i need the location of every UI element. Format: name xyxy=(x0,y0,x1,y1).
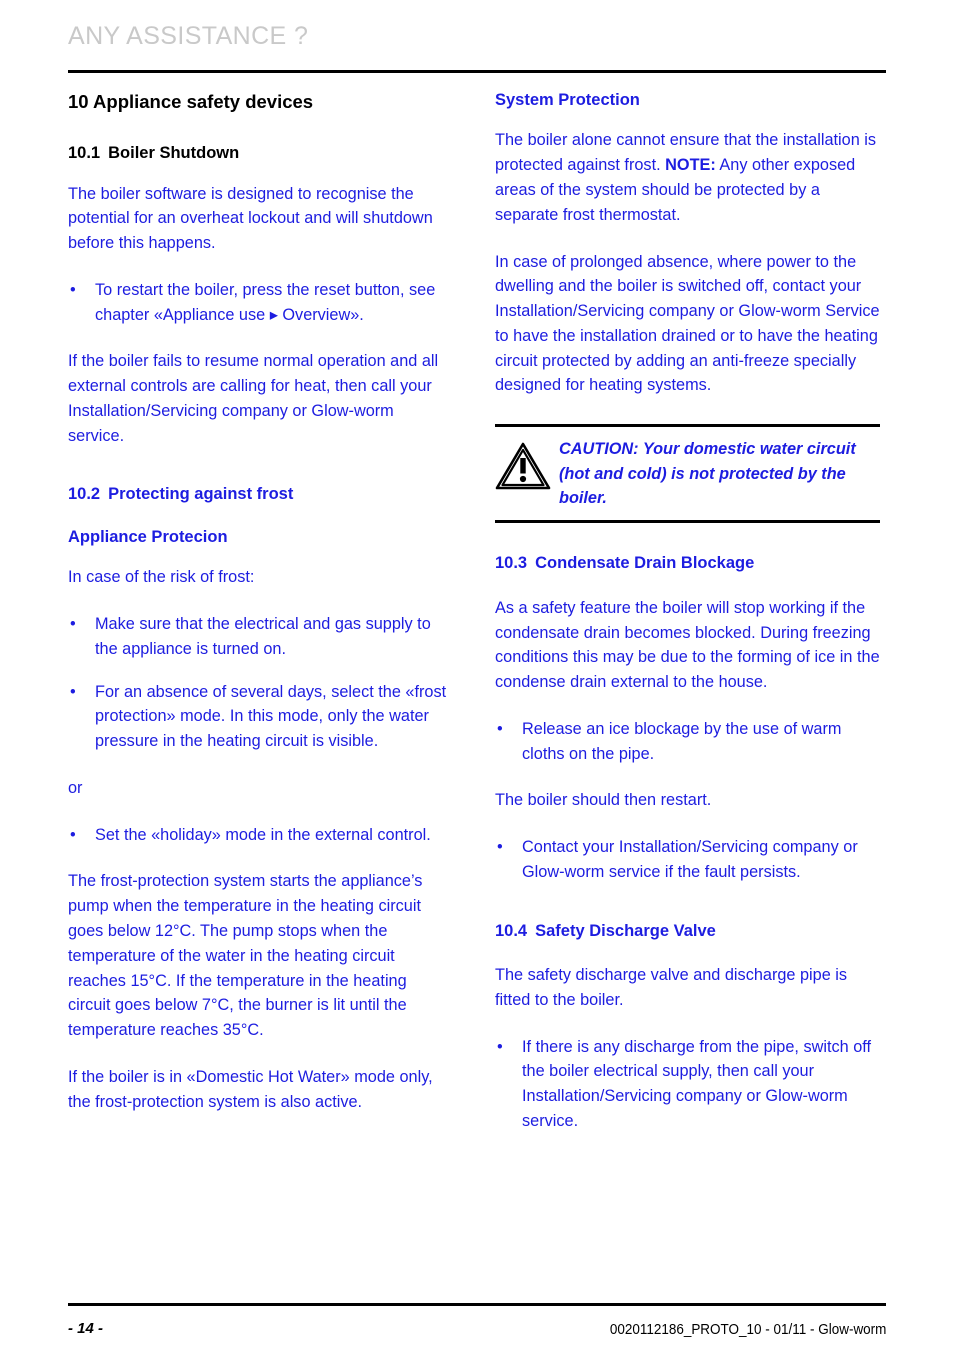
list-item: • Release an ice blockage by the use of … xyxy=(495,717,880,767)
bullet-list-release-ice: • Release an ice blockage by the use of … xyxy=(495,717,880,767)
list-item: • If there is any discharge from the pip… xyxy=(495,1035,880,1134)
subheading-appliance-protection: Appliance Protecion xyxy=(68,527,228,546)
chapter-heading: 10 Appliance safety devices xyxy=(68,91,314,112)
footer-page-number: - 14 - xyxy=(68,1320,104,1337)
warning-triangle-icon xyxy=(495,437,557,496)
bullet-dot-icon: • xyxy=(70,615,76,634)
bullet-dot-icon: • xyxy=(70,682,76,701)
list-item-label: For an absence of several days, select t… xyxy=(95,682,447,751)
paragraph-discharge-valve: The safety discharge valve and discharge… xyxy=(495,966,848,1009)
manual-page: ANY ASSISTANCE ? 10 Appliance safety dev… xyxy=(0,0,954,1354)
paragraph-risk-of-frost: In case of the risk of frost: xyxy=(68,568,255,587)
bullet-list-discharge-action: • If there is any discharge from the pip… xyxy=(495,1035,880,1134)
subheading-system-protection: System Protection xyxy=(495,91,640,109)
bullet-list-holiday-mode: • Set the «holiday» mode in the external… xyxy=(68,823,453,848)
section-number-10-3: 10.3 xyxy=(495,554,528,573)
section-title-10-1: Boiler Shutdown xyxy=(108,144,240,163)
bullet-dot-icon: • xyxy=(497,719,503,738)
section-number-10-1: 10.1 xyxy=(68,144,101,163)
section-heading-10-2: 10.2 Protecting against frost xyxy=(68,484,453,505)
list-item-label: Make sure that the electrical and gas su… xyxy=(95,615,431,658)
note-label: NOTE: xyxy=(665,156,716,175)
left-column: 10 Appliance safety devices 10.1 Boiler S… xyxy=(68,90,453,1136)
running-header-title: ANY ASSISTANCE ? xyxy=(68,22,309,50)
list-item-label: If there is any discharge from the pipe,… xyxy=(522,1037,872,1130)
bullet-dot-icon: • xyxy=(497,838,503,857)
bullet-list-contact-installer: • Contact your Installation/Servicing co… xyxy=(495,835,880,885)
list-item: • For an absence of several days, select… xyxy=(68,680,453,754)
list-item: • Make sure that the electrical and gas … xyxy=(68,612,453,662)
section-heading-10-3: 10.3 Condensate Drain Blockage xyxy=(495,553,880,574)
list-item-label: To restart the boiler, press the reset b… xyxy=(95,280,436,324)
right-column: System Protection The boiler alone canno… xyxy=(495,90,880,1156)
bullet-dot-icon: • xyxy=(70,280,76,299)
list-item-label: Contact your Installation/Servicing comp… xyxy=(522,838,858,881)
paragraph-system-protection-note: The boiler alone cannot ensure that the … xyxy=(495,128,880,227)
paragraph-domestic-hot-water: If the boiler is in «Domestic Hot Water»… xyxy=(68,1067,433,1111)
list-item-label: Set the «holiday» mode in the external c… xyxy=(95,825,431,844)
paragraph-frost-protection-system: The frost-protection system starts the a… xyxy=(68,872,423,1040)
paragraph-boiler-software: The boiler software is designed to recog… xyxy=(68,184,433,253)
list-item: • Set the «holiday» mode in the external… xyxy=(68,823,453,848)
section-heading-10-4: 10.4 Safety Discharge Valve xyxy=(495,921,880,942)
section-title-10-2: Protecting against frost xyxy=(108,485,294,504)
footer-document-reference: 0020112186_PROTO_10 - 01/11 - Glow-worm xyxy=(609,1322,886,1338)
paragraph-boiler-fails: If the boiler fails to resume normal ope… xyxy=(68,352,439,445)
list-item-label: Release an ice blockage by the use of wa… xyxy=(522,719,842,763)
paragraph-or-label: or xyxy=(68,778,83,797)
caution-box: CAUTION: Your domestic water circuit (ho… xyxy=(495,424,880,524)
header-divider-rule xyxy=(68,70,886,73)
bullet-list-restart: • To restart the boiler, press the reset… xyxy=(68,278,453,328)
section-number-10-2: 10.2 xyxy=(68,485,101,504)
section-title-10-4: Safety Discharge Valve xyxy=(535,921,716,940)
section-title-10-3: Condensate Drain Blockage xyxy=(535,554,755,573)
paragraph-prolonged-absence: In case of prolonged absence, where powe… xyxy=(495,252,880,395)
bullet-list-frost-measures: • Make sure that the electrical and gas … xyxy=(68,612,453,754)
section-number-10-4: 10.4 xyxy=(495,921,528,940)
paragraph-condensate-blocked: As a safety feature the boiler will stop… xyxy=(495,598,880,692)
caution-text: CAUTION: Your domestic water circuit (ho… xyxy=(559,440,856,507)
section-heading-10-1: 10.1 Boiler Shutdown xyxy=(68,143,453,164)
list-item: • Contact your Installation/Servicing co… xyxy=(495,835,880,885)
bullet-dot-icon: • xyxy=(70,825,76,844)
paragraph-boiler-should-restart: The boiler should then restart. xyxy=(495,791,712,810)
bullet-dot-icon: • xyxy=(497,1037,503,1056)
footer-divider-rule xyxy=(68,1303,886,1306)
list-item: • To restart the boiler, press the reset… xyxy=(68,278,453,328)
